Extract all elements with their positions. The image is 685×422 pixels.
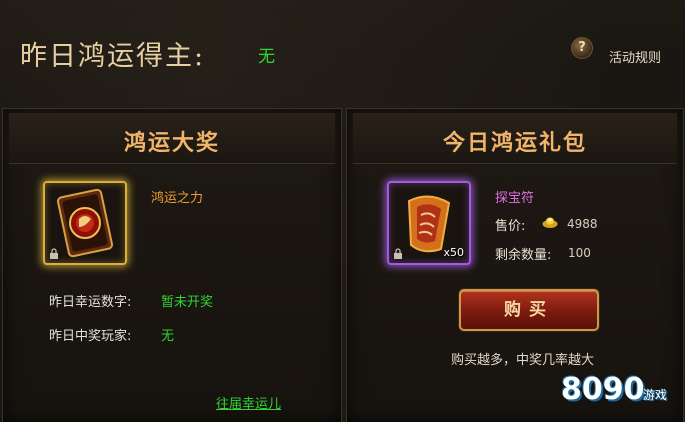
item-slot-hongyun[interactable]: [43, 181, 127, 265]
remaining-value: 100: [568, 246, 591, 260]
daily-gift-title: 今日鸿运礼包: [442, 130, 587, 156]
item-slot-tanbaofu[interactable]: x50: [387, 181, 471, 265]
winner-player-label: 昨日中奖玩家:: [49, 329, 132, 344]
watermark-text: 游戏: [643, 388, 668, 402]
price-label: 售价:: [495, 219, 526, 234]
activity-rules-link[interactable]: 活动规则: [609, 47, 661, 66]
lucky-number-value: 暂未开奖: [161, 295, 214, 310]
winner-player-value: 无: [161, 329, 175, 344]
site-watermark: 8090 游戏: [553, 372, 683, 420]
yesterday-winner-value: 无: [258, 47, 275, 67]
gift-item-name: 探宝符: [495, 191, 535, 206]
panel-titlebar: 鸿运大奖: [9, 113, 335, 164]
remaining-label: 剩余数量:: [495, 248, 552, 263]
price-value: 4988: [567, 217, 598, 231]
yesterday-winner-title: 昨日鸿运得主:: [20, 41, 206, 72]
help-icon[interactable]: ?: [571, 37, 593, 59]
lock-icon: [50, 248, 58, 259]
buy-button[interactable]: 购买: [459, 289, 599, 331]
grand-prize-item-name: 鸿运之力: [151, 191, 204, 206]
grand-prize-panel: 鸿运大奖 鸿运之力 昨日幸运数字: 暂未开奖 昨日中奖玩家: 无 往届幸运儿: [2, 108, 342, 422]
past-winners-link[interactable]: 往届幸运儿: [216, 393, 281, 412]
header-bar: 昨日鸿运得主: 无 ? 活动规则: [0, 0, 685, 100]
panel-titlebar: 今日鸿运礼包: [353, 113, 677, 164]
lock-icon: [394, 248, 402, 259]
gold-ingot-icon: [542, 217, 558, 228]
stack-count: x50: [443, 246, 464, 259]
game-window: 昨日鸿运得主: 无 ? 活动规则 鸿运大奖 鸿运之力 昨日幸运数字: 暂未开奖 …: [0, 0, 685, 422]
watermark-digits: 8090: [561, 372, 645, 407]
grand-prize-title: 鸿运大奖: [123, 130, 220, 156]
buy-hint: 购买越多，中奖几率越大: [451, 353, 595, 368]
lucky-number-label: 昨日幸运数字:: [49, 295, 132, 310]
